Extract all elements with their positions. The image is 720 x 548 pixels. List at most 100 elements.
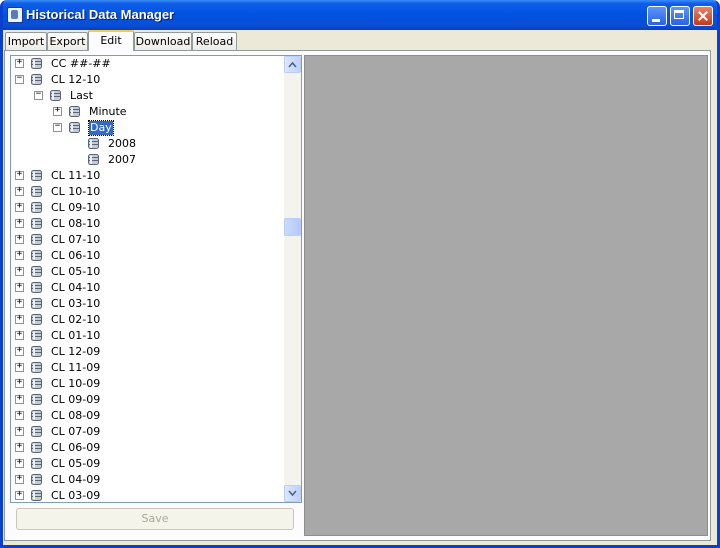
minus-box-icon[interactable]: − bbox=[15, 73, 24, 84]
tree-node[interactable]: − CL 12-10 bbox=[11, 72, 283, 88]
tree-node-label: CL 10-10 bbox=[51, 185, 101, 198]
database-icon bbox=[68, 105, 81, 118]
plus-box-icon[interactable]: + bbox=[15, 217, 24, 228]
tree-vertical-scrollbar[interactable] bbox=[284, 56, 301, 502]
plus-box-icon[interactable]: + bbox=[15, 377, 24, 388]
plus-box-icon[interactable]: + bbox=[15, 361, 24, 372]
tree-node[interactable]: + Minute bbox=[11, 104, 283, 120]
tree-node[interactable]: 2008 bbox=[11, 136, 283, 152]
tree-node-label: CL 03-09 bbox=[51, 489, 101, 502]
plus-box-icon[interactable]: + bbox=[15, 233, 24, 244]
plus-box-icon[interactable]: + bbox=[15, 409, 24, 420]
tree-node-label: CL 09-09 bbox=[51, 393, 101, 406]
tree-node-label: CL 03-10 bbox=[51, 297, 101, 310]
plus-box-icon[interactable]: + bbox=[15, 313, 24, 324]
tree-node-label: CL 10-09 bbox=[51, 377, 101, 390]
database-icon bbox=[30, 185, 43, 198]
tree-node-label: Day bbox=[88, 120, 114, 136]
database-icon bbox=[30, 361, 43, 374]
tree-node[interactable]: − Day bbox=[11, 120, 283, 136]
plus-box-icon[interactable]: + bbox=[15, 345, 24, 356]
tree-node[interactable]: + CL 08-09 bbox=[11, 408, 283, 424]
tree-node[interactable]: + CL 08-10 bbox=[11, 216, 283, 232]
maximize-button[interactable] bbox=[670, 6, 690, 26]
plus-box-icon[interactable]: + bbox=[53, 105, 62, 116]
plus-box-icon[interactable]: + bbox=[15, 57, 24, 68]
data-tree-view[interactable]: + CC ##-## − CL 12-10− Last + Minute − Day 2008 20… bbox=[10, 55, 302, 503]
tree-node[interactable]: + CL 10-10 bbox=[11, 184, 283, 200]
tree-node-label: CL 07-10 bbox=[51, 233, 101, 246]
plus-box-icon[interactable]: + bbox=[15, 249, 24, 260]
tree-node[interactable]: − Last bbox=[11, 88, 283, 104]
database-icon bbox=[49, 89, 62, 102]
tree-node-label: CL 04-10 bbox=[51, 281, 101, 294]
tree-node-label: CC ##-## bbox=[51, 57, 111, 70]
tree-node[interactable]: + CL 10-09 bbox=[11, 376, 283, 392]
plus-box-icon[interactable]: + bbox=[15, 281, 24, 292]
minus-box-icon[interactable]: − bbox=[34, 89, 43, 100]
database-icon bbox=[30, 329, 43, 342]
tree-node[interactable]: + CL 03-09 bbox=[11, 488, 283, 502]
scroll-down-button[interactable] bbox=[284, 485, 301, 502]
database-icon bbox=[30, 57, 43, 70]
tree-node[interactable]: + CL 05-09 bbox=[11, 456, 283, 472]
tree-node-label: CL 04-09 bbox=[51, 473, 101, 486]
database-icon bbox=[30, 457, 43, 470]
database-icon bbox=[30, 409, 43, 422]
tree-node-label: 2008 bbox=[108, 137, 136, 150]
tree-node[interactable]: + CL 12-09 bbox=[11, 344, 283, 360]
database-icon bbox=[30, 169, 43, 182]
plus-box-icon[interactable]: + bbox=[15, 265, 24, 276]
minimize-button[interactable] bbox=[647, 6, 667, 26]
title-bar[interactable]: Historical Data Manager bbox=[3, 0, 717, 30]
database-icon bbox=[30, 233, 43, 246]
tree-node-label: CL 01-10 bbox=[51, 329, 101, 342]
tree-node[interactable]: + CL 09-09 bbox=[11, 392, 283, 408]
data-preview-panel bbox=[304, 55, 708, 536]
plus-box-icon[interactable]: + bbox=[15, 457, 24, 468]
tree-node[interactable]: + CL 07-09 bbox=[11, 424, 283, 440]
scroll-thumb[interactable] bbox=[284, 218, 301, 236]
tab-import[interactable]: Import bbox=[5, 32, 47, 50]
database-icon bbox=[30, 281, 43, 294]
tree-node[interactable]: + CL 04-09 bbox=[11, 472, 283, 488]
plus-box-icon[interactable]: + bbox=[15, 489, 24, 500]
tree-node-label: CL 12-09 bbox=[51, 345, 101, 358]
tree-node[interactable]: + CL 03-10 bbox=[11, 296, 283, 312]
tree-node[interactable]: 2007 bbox=[11, 152, 283, 168]
scroll-up-button[interactable] bbox=[284, 56, 301, 73]
database-icon bbox=[87, 137, 100, 150]
tree-node[interactable]: + CL 01-10 bbox=[11, 328, 283, 344]
tree-node[interactable]: + CC ##-## bbox=[11, 56, 283, 72]
tree-node[interactable]: + CL 06-10 bbox=[11, 248, 283, 264]
plus-box-icon[interactable]: + bbox=[15, 329, 24, 340]
tab-download[interactable]: Download bbox=[134, 32, 192, 50]
tree-node[interactable]: + CL 04-10 bbox=[11, 280, 283, 296]
tree-node[interactable]: + CL 02-10 bbox=[11, 312, 283, 328]
plus-box-icon[interactable]: + bbox=[15, 201, 24, 212]
plus-box-icon[interactable]: + bbox=[15, 297, 24, 308]
tree-node[interactable]: + CL 11-09 bbox=[11, 360, 283, 376]
tree-node[interactable]: + CL 05-10 bbox=[11, 264, 283, 280]
tree-node-label: CL 05-10 bbox=[51, 265, 101, 278]
minus-box-icon[interactable]: − bbox=[53, 121, 62, 132]
plus-box-icon[interactable]: + bbox=[15, 473, 24, 484]
database-icon bbox=[68, 121, 81, 134]
plus-box-icon[interactable]: + bbox=[15, 441, 24, 452]
plus-box-icon[interactable]: + bbox=[15, 393, 24, 404]
save-button[interactable]: Save bbox=[16, 508, 294, 530]
tab-edit[interactable]: Edit bbox=[88, 30, 134, 51]
plus-box-icon[interactable]: + bbox=[15, 425, 24, 436]
plus-box-icon[interactable]: + bbox=[15, 185, 24, 196]
tree-node[interactable]: + CL 11-10 bbox=[11, 168, 283, 184]
tab-reload[interactable]: Reload bbox=[192, 32, 237, 50]
database-icon bbox=[30, 249, 43, 262]
tree-node[interactable]: + CL 06-09 bbox=[11, 440, 283, 456]
tab-export[interactable]: Export bbox=[47, 32, 88, 50]
close-button[interactable] bbox=[693, 6, 713, 26]
database-icon bbox=[30, 73, 43, 86]
tree-node[interactable]: + CL 09-10 bbox=[11, 200, 283, 216]
database-icon bbox=[87, 153, 100, 166]
plus-box-icon[interactable]: + bbox=[15, 169, 24, 180]
tree-node[interactable]: + CL 07-10 bbox=[11, 232, 283, 248]
